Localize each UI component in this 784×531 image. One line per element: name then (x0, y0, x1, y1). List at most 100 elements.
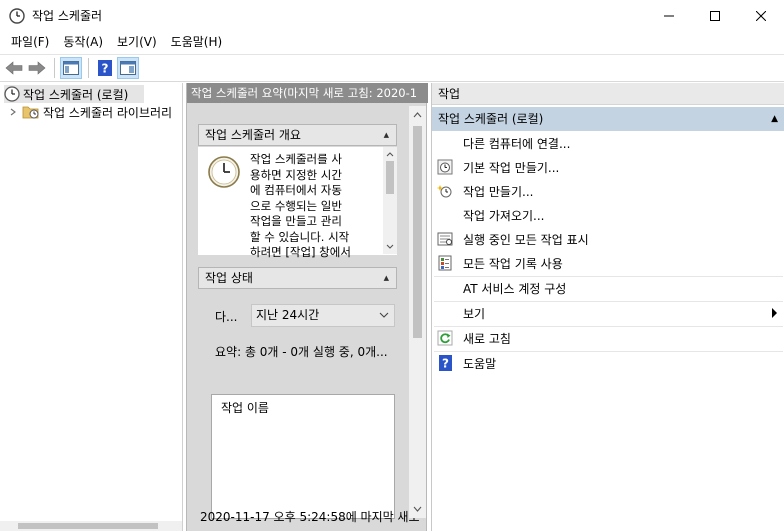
chevron-right-icon[interactable] (8, 104, 18, 120)
action-create-task[interactable]: 작업 만들기... (432, 179, 784, 203)
chevron-down-icon[interactable] (383, 241, 397, 253)
help-toolbar-button[interactable]: ? (94, 57, 116, 79)
collapse-up-icon[interactable]: ▲ (771, 107, 778, 131)
overview-line: 작업 스케줄러를 사 (250, 152, 342, 166)
overview-section-header[interactable]: 작업 스케줄러 개요 ▲ (198, 124, 397, 146)
overview-line: 에 컴퓨터에서 자동 (250, 183, 342, 197)
scrollbar-thumb[interactable] (18, 523, 158, 529)
status-section-body: 다... 지난 24시간 요약: 총 0개 - 0개 실행 중, 0개... 작… (198, 293, 397, 519)
scrollbar-thumb[interactable] (386, 161, 394, 194)
refresh-icon (437, 330, 453, 346)
show-hide-action-pane-icon (120, 61, 136, 75)
tree-item-task-scheduler-library[interactable]: 작업 스케줄러 라이브러리 (8, 103, 175, 121)
period-label: 다... (215, 310, 238, 324)
create-task-icon (437, 183, 453, 199)
collapse-up-icon[interactable]: ▲ (384, 268, 389, 288)
minimize-icon (664, 15, 674, 16)
back-arrow-icon (5, 61, 23, 75)
scrollbar-thumb[interactable] (413, 126, 422, 338)
chevron-down-icon[interactable] (409, 502, 426, 516)
close-button[interactable] (738, 0, 784, 31)
overview-line: 으로 수행되는 일반 (250, 198, 342, 213)
menu-bar: 파일(F) 동작(A) 보기(V) 도움말(H) (0, 31, 784, 53)
overview-section-title: 작업 스케줄러 개요 (205, 128, 301, 142)
close-icon (756, 10, 766, 21)
maximize-icon (710, 10, 720, 21)
action-label: 기본 작업 만들기... (463, 160, 560, 175)
action-configure-at-service[interactable]: AT 서비스 계정 구성 (432, 276, 784, 300)
status-section-title: 작업 상태 (205, 271, 253, 285)
action-enable-task-history[interactable]: 모든 작업 기록 사용 (432, 251, 784, 275)
show-hide-tree-button[interactable] (60, 57, 82, 79)
help-icon: ? (98, 60, 112, 76)
tree-item-label: 작업 스케줄러 (로컬) (23, 87, 129, 102)
action-display-running-tasks[interactable]: 실행 중인 모든 작업 표시 (432, 227, 784, 251)
chevron-up-icon[interactable] (383, 148, 397, 160)
action-help[interactable]: ? 도움말 (432, 351, 784, 375)
folder-clock-icon (22, 106, 39, 119)
clock-overview-icon (208, 156, 240, 188)
action-label: 작업 만들기... (463, 184, 534, 199)
toolbar-separator-2 (88, 58, 89, 78)
forward-button[interactable] (26, 57, 48, 79)
action-label: 작업 가져오기... (463, 208, 545, 223)
overview-line: 할 수 있습니다. 시작 (250, 229, 350, 244)
overview-description: 작업 스케줄러를 사 용하면 지정한 시간 에 컴퓨터에서 자동 으로 수행되는… (250, 152, 375, 261)
action-refresh[interactable]: 새로 고침 (432, 326, 784, 350)
maximize-button[interactable] (692, 0, 738, 31)
minimize-button[interactable] (646, 0, 692, 31)
actions-group-header[interactable]: 작업 스케줄러 (로컬) ▲ (432, 107, 784, 131)
task-status-list[interactable]: 작업 이름 (211, 394, 395, 519)
menu-view[interactable]: 보기(V) (110, 32, 164, 52)
create-basic-task-icon (437, 159, 453, 175)
title-bar: 작업 스케줄러 (0, 0, 784, 31)
task-name-column-header[interactable]: 작업 이름 (221, 399, 269, 416)
menu-action[interactable]: 동작(A) (56, 32, 110, 52)
console-tree: 작업 스케줄러 (로컬) 작업 스케줄러 라이브러리 (0, 83, 183, 531)
action-label: 보기 (463, 306, 486, 321)
period-dropdown[interactable]: 지난 24시간 (251, 304, 395, 327)
status-section-header[interactable]: 작업 상태 ▲ (198, 267, 397, 289)
overview-line: 용하면 지정한 시간 (250, 167, 342, 182)
clock-app-icon (9, 7, 25, 24)
actions-pane: 작업 작업 스케줄러 (로컬) ▲ 다른 컴퓨터에 연결... 기본 작업 만들… (431, 83, 784, 531)
collapse-up-icon[interactable]: ▲ (384, 125, 389, 145)
status-summary: 요약: 총 0개 - 0개 실행 중, 0개... (215, 345, 388, 359)
show-hide-tree-icon (63, 61, 79, 75)
last-refresh-text: 2020-11-17 오후 5:24:58에 마지막 새로 고침 (200, 510, 424, 524)
action-label: AT 서비스 계정 구성 (463, 281, 567, 296)
overview-scrollbar[interactable] (383, 147, 397, 254)
show-hide-action-pane-button[interactable] (117, 57, 139, 79)
chevron-down-icon (379, 312, 389, 318)
blank-icon (437, 280, 453, 296)
svg-text:?: ? (102, 62, 109, 76)
tree-horizontal-scrollbar[interactable] (0, 521, 182, 531)
summary-scrollbar[interactable] (409, 106, 426, 518)
back-button[interactable] (3, 57, 25, 79)
action-label: 도움말 (463, 356, 497, 371)
actions-group-label: 작업 스케줄러 (로컬) (438, 112, 544, 126)
chevron-up-icon[interactable] (409, 108, 426, 122)
actions-title: 작업 (432, 83, 784, 105)
submenu-arrow-icon (772, 308, 777, 318)
action-label: 실행 중인 모든 작업 표시 (463, 232, 589, 247)
blank-icon (437, 207, 453, 223)
period-dropdown-value: 지난 24시간 (256, 308, 320, 322)
task-history-icon (437, 255, 453, 271)
action-view-submenu[interactable]: 보기 (432, 301, 784, 325)
action-create-basic-task[interactable]: 기본 작업 만들기... (432, 155, 784, 179)
tree-item-task-scheduler-local[interactable]: 작업 스케줄러 (로컬) (4, 85, 144, 103)
help-icon: ? (437, 355, 453, 371)
summary-header: 작업 스케줄러 요약(마지막 새로 고침: 2020-1 (187, 83, 428, 103)
menu-help[interactable]: 도움말(H) (164, 32, 230, 52)
action-connect-computer[interactable]: 다른 컴퓨터에 연결... (432, 131, 784, 155)
running-tasks-icon (437, 231, 453, 247)
toolbar: ? (0, 54, 784, 82)
action-import-task[interactable]: 작업 가져오기... (432, 203, 784, 227)
menu-file[interactable]: 파일(F) (4, 32, 56, 52)
overview-line: 작업을 만들고 관리 (250, 214, 342, 228)
action-label: 다른 컴퓨터에 연결... (463, 136, 571, 151)
forward-arrow-icon (28, 61, 46, 75)
tree-item-label: 작업 스케줄러 라이브러리 (43, 105, 173, 120)
blank-icon (437, 135, 453, 151)
